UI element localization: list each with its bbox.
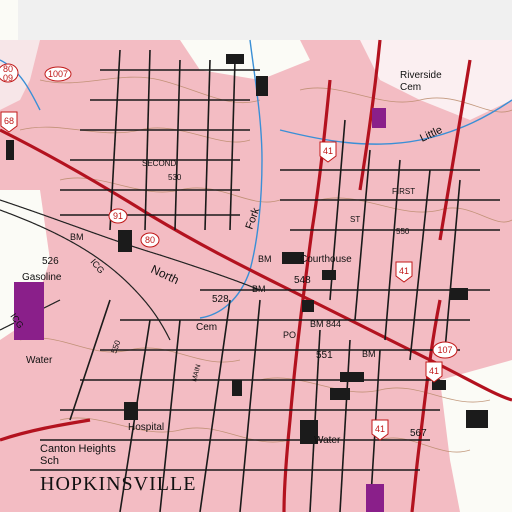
commercial-area-north (372, 108, 386, 128)
label-canton-heights: Canton Heights (40, 443, 116, 455)
route-shield: 91 (108, 208, 128, 224)
topographic-map: 80 09 1007 68 41 91 80 107 41 41 41 Rive… (0, 0, 512, 512)
label-riverside: Riverside (400, 70, 442, 81)
label-bm-3: BM (70, 232, 84, 242)
map-canvas: 80 09 1007 68 41 91 80 107 41 41 41 Rive… (0, 0, 512, 512)
urban-area-tint (0, 40, 512, 512)
commercial-area-west (14, 282, 44, 340)
label-bm-2: BM (252, 284, 266, 294)
svg-text:41: 41 (323, 146, 333, 156)
label-cem-center: Cem (196, 322, 217, 333)
label-hopkinsville: HOPKINSVILLE (40, 473, 196, 495)
svg-text:91: 91 (113, 211, 123, 221)
label-second: SECOND (142, 159, 176, 168)
svg-text:41: 41 (375, 424, 385, 434)
svg-text:107: 107 (437, 345, 452, 355)
elevation-567: 567 (410, 428, 427, 439)
label-st: ST (350, 215, 360, 224)
svg-text:1007: 1007 (48, 69, 68, 79)
svg-text:68: 68 (4, 116, 14, 126)
svg-text:41: 41 (399, 266, 409, 276)
label-first: FIRST (392, 187, 415, 196)
elevation-528: 528 (212, 294, 229, 305)
route-shield: 80 (140, 232, 160, 248)
label-water-west: Water (26, 355, 53, 366)
label-sch: Sch (40, 455, 59, 467)
contour-label-550-e: 550 (396, 227, 410, 236)
label-courthouse: Courthouse (300, 254, 352, 265)
elevation-548: 548 (294, 275, 311, 286)
label-bm-844: BM 844 (310, 319, 341, 329)
contour-label-530: 530 (168, 173, 182, 182)
elevation-526: 526 (42, 256, 59, 267)
elevation-551: 551 (316, 350, 333, 361)
label-po: PO (283, 330, 296, 340)
label-bm-1: BM (258, 254, 272, 264)
label-bm-east: BM (362, 349, 376, 359)
label-hospital: Hospital (128, 422, 164, 433)
map-top-gray-band (18, 0, 512, 40)
label-cem-ne: Cem (400, 82, 421, 93)
route-shield: 1007 (44, 66, 72, 82)
route-shield: 107 (432, 341, 458, 359)
svg-text:09: 09 (3, 73, 13, 83)
commercial-area-south (366, 484, 384, 512)
label-gasoline: Gasoline (22, 272, 62, 283)
svg-text:41: 41 (429, 366, 439, 376)
svg-text:80: 80 (145, 235, 155, 245)
label-water-south: Water (314, 435, 341, 446)
